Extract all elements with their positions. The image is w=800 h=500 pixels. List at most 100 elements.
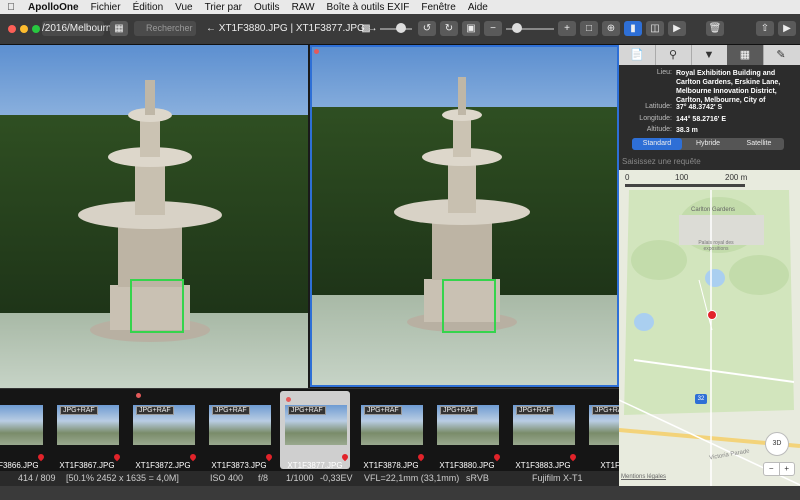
focus-point-box: [130, 279, 184, 333]
zoom-actual-icon[interactable]: ⊕: [602, 21, 620, 36]
focal-length-value: VFL=22,1mm (33,1mm): [364, 473, 460, 483]
place-search-input[interactable]: Saisissez une requête: [619, 155, 800, 169]
menu-app[interactable]: ApolloOne: [22, 2, 85, 13]
zoom-window-button[interactable]: [32, 25, 40, 33]
fullscreen-icon[interactable]: ▶: [778, 21, 796, 36]
menu-trier-par[interactable]: Trier par: [199, 2, 248, 13]
rotate-left-icon[interactable]: ↺: [418, 21, 436, 36]
apple-menu-icon[interactable]: : [0, 2, 22, 13]
search-input[interactable]: Rechercher: [134, 21, 196, 36]
compare-slider-knob[interactable]: [396, 23, 406, 33]
map-legal-link[interactable]: Mentions légales: [621, 474, 666, 480]
filmstrip-thumbnail[interactable]: JPG+RAF XT1F3880.JPG: [432, 391, 502, 470]
photo-right[interactable]: [310, 45, 619, 387]
altitude-value: 38.3 m: [676, 127, 698, 134]
geotag-pin-icon: [112, 452, 122, 462]
ev-value: -0,33EV: [320, 473, 353, 483]
map-view[interactable]: 0 100 200 m Carlton Gardens Palais royal…: [619, 170, 800, 486]
compare-layout-icon[interactable]: ▩: [358, 21, 374, 36]
inspector-panel-icon[interactable]: ▮: [624, 21, 642, 36]
map-3d-button[interactable]: 3D: [765, 432, 789, 456]
menu-edition[interactable]: Édition: [127, 2, 170, 13]
geotag-pin-icon: [36, 452, 46, 462]
filmstrip-thumbnail[interactable]: JPG+RAF XT1F3877.JPG: [280, 391, 350, 470]
geotag-pin-icon: [340, 452, 350, 462]
thumbnail-filename: XT1F3880.JPG: [439, 461, 495, 470]
grid-view-icon[interactable]: ▦: [110, 21, 128, 36]
shutter-value: 1/1000: [286, 473, 314, 483]
filmstrip-thumbnail[interactable]: JPG+RAF XT1F3883.JPG: [508, 391, 578, 470]
map-mode-standard[interactable]: Standard: [632, 138, 682, 150]
thumbnail-filename: XT1F3867.JPG: [59, 461, 115, 470]
location-label: Lieu:: [656, 69, 672, 76]
menu-fichier[interactable]: Fichier: [85, 2, 127, 13]
image-navigation[interactable]: ← XT1F3880.JPG | XT1F3877.JPG →: [206, 21, 378, 36]
map-zoom-out-button[interactable]: −: [764, 463, 779, 475]
fit-screen-icon[interactable]: □: [580, 21, 598, 36]
filmstrip-thumbnail[interactable]: JPG+RAF XT1F3867.JPG: [52, 391, 122, 470]
folder-path-button[interactable]: /2016/Melbourne: [42, 21, 117, 36]
map-zoom-control: − +: [763, 462, 795, 476]
thumbnail-filename: XT1F3883.JPG: [515, 461, 571, 470]
share-icon[interactable]: ⇧: [756, 21, 774, 36]
trash-icon[interactable]: 🗑: [706, 21, 724, 36]
map-mode-hybrid[interactable]: Hybride: [683, 138, 733, 150]
tab-info-icon[interactable]: 📄: [619, 45, 656, 65]
tab-map-icon[interactable]: ▦: [727, 45, 764, 65]
map-label-palais: Palais royal des expositions: [698, 240, 734, 252]
zoom-slider-knob[interactable]: [512, 23, 522, 33]
latitude-value: 37° 48.3742' S: [676, 104, 723, 111]
image-count: 414 / 809: [18, 473, 56, 483]
location-value: Royal Exhibition Building and Carlton Ga…: [676, 70, 781, 104]
close-window-button[interactable]: [8, 25, 16, 33]
thumbnail-filename: XT1F3872.JPG: [135, 461, 191, 470]
window-bottom-edge: [0, 486, 800, 500]
slideshow-icon[interactable]: ▶: [668, 21, 686, 36]
menu-fenetre[interactable]: Fenêtre: [415, 2, 461, 13]
split-view-icon[interactable]: ◫: [646, 21, 664, 36]
crop-icon[interactable]: ▣: [462, 21, 480, 36]
zoom-in-icon[interactable]: +: [558, 21, 576, 36]
thumbnail-filename: XT1F3873.JPG: [211, 461, 267, 470]
menu-outils[interactable]: Outils: [248, 2, 286, 13]
thumbnail-filename: XT1F3866.JPG: [0, 461, 39, 470]
map-mode-segmented: Standard Hybride Satellite: [632, 138, 784, 150]
aperture-value: f/8: [258, 473, 269, 483]
menu-aide[interactable]: Aide: [462, 2, 494, 13]
minimize-window-button[interactable]: [20, 25, 28, 33]
location-row: Lieu: Royal Exhibition Building and Carl…: [619, 69, 800, 104]
geotag-pin-icon: [188, 452, 198, 462]
zoom-out-icon[interactable]: −: [484, 21, 502, 36]
menu-raw[interactable]: RAW: [286, 2, 321, 13]
thumbnail-filename: XT1F3877.JPG: [287, 461, 343, 470]
map-label-carlton: Carlton Gardens: [691, 207, 736, 213]
fountain-image: [78, 80, 222, 342]
menu-vue[interactable]: Vue: [169, 2, 198, 13]
fountain-image: [394, 77, 530, 332]
image-viewer[interactable]: [0, 45, 619, 388]
focus-point-box: [442, 279, 496, 333]
scale-bar: [625, 184, 745, 187]
tab-notes-icon[interactable]: ✎: [763, 45, 799, 65]
geotag-pin-icon: [416, 452, 426, 462]
camera-model: Fujifilm X-T1: [532, 473, 583, 483]
map-pin-icon[interactable]: [707, 310, 717, 320]
latitude-label: Latitude:: [645, 103, 672, 110]
flag-dot: [314, 49, 319, 54]
geotag-pin-icon: [492, 452, 502, 462]
filmstrip-thumbnail[interactable]: JPG+RAF XT1F3873.JPG: [204, 391, 274, 470]
filmstrip-thumbnail[interactable]: JPG+RAF XT1F3872.JPG: [128, 391, 198, 470]
filmstrip-thumbnail[interactable]: XT1F3866.JPG: [0, 391, 46, 470]
tab-filter-icon[interactable]: ▼: [691, 45, 728, 65]
thumbnail-filename: XT1F3878.JPG: [363, 461, 419, 470]
tab-search-icon[interactable]: ⚲: [655, 45, 692, 65]
filmstrip[interactable]: XT1F3866.JPG JPG+RAF XT1F3867.JPG JPG+RAF XT…: [0, 388, 651, 471]
menu-exif-toolbox[interactable]: Boîte à outils EXIF: [321, 2, 416, 13]
map-zoom-in-button[interactable]: +: [778, 463, 795, 475]
map-mode-satellite[interactable]: Satellite: [734, 138, 784, 150]
filmstrip-thumbnail[interactable]: JPG+RAF XT1F3878.JPG: [356, 391, 426, 470]
format-badge: JPG+RAF: [60, 406, 98, 415]
geotag-pin-icon: [264, 452, 274, 462]
rotate-right-icon[interactable]: ↻: [440, 21, 458, 36]
photo-left[interactable]: [0, 45, 308, 388]
